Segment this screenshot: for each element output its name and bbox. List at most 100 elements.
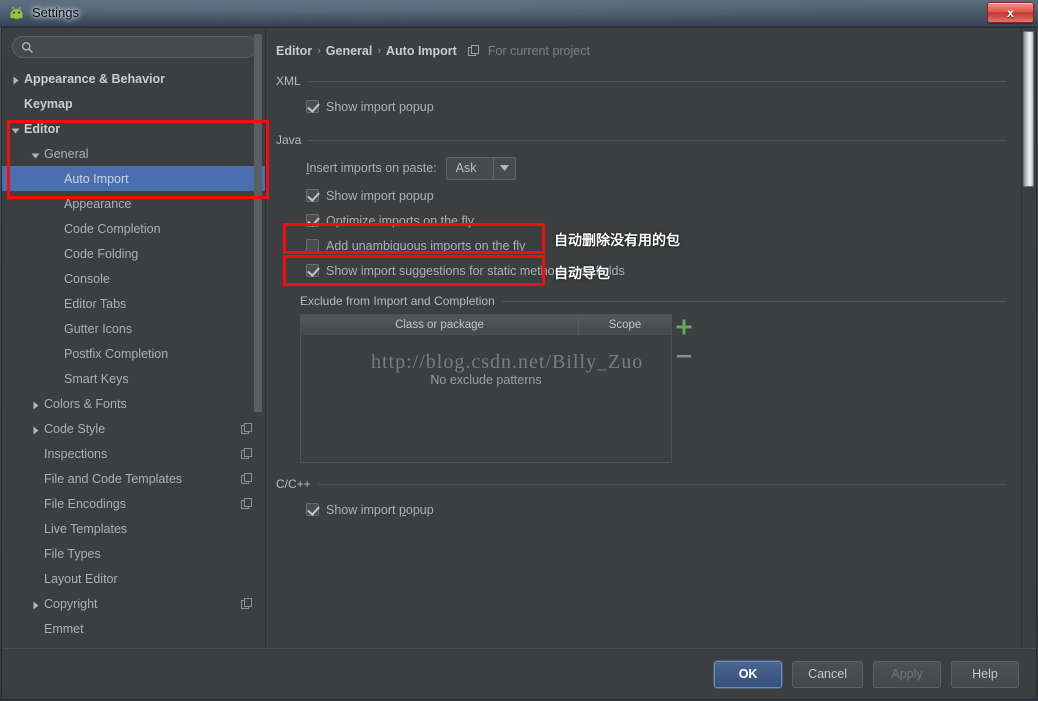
detail-scrollbar[interactable] xyxy=(1021,28,1036,648)
insert-imports-on-paste-rest: nsert imports on paste: xyxy=(309,161,437,175)
section-xml-label: XML xyxy=(276,74,301,88)
chevron-down-icon[interactable] xyxy=(492,157,515,179)
plus-icon[interactable] xyxy=(675,318,693,336)
sidebar-item-inspections[interactable]: Inspections xyxy=(2,441,265,466)
xml-show-import-popup-label: Show import popup xyxy=(326,99,434,114)
xml-show-import-popup-checkbox[interactable] xyxy=(306,100,319,113)
sidebar-item-file-types[interactable]: File Types xyxy=(2,541,265,566)
sidebar-item-file-encodings[interactable]: File Encodings xyxy=(2,491,265,516)
close-button[interactable]: x xyxy=(987,2,1034,23)
sidebar-item-label: Inspections xyxy=(44,446,108,461)
section-cpp: C/C++ Show import popup xyxy=(274,477,1006,522)
module-icon xyxy=(241,597,253,609)
detail-scrollbar-thumb[interactable] xyxy=(1023,31,1034,187)
section-exclude-title: Exclude from Import and Completion xyxy=(300,294,1006,308)
sidebar-item-general[interactable]: General xyxy=(2,141,265,166)
sidebar-item-label: Code Style xyxy=(44,421,106,436)
java-show-import-popup-row[interactable]: Show import popup xyxy=(274,183,1006,208)
annotation-add-unambiguous-imports: 自动导包 xyxy=(554,266,610,282)
insert-imports-on-paste-value: Ask xyxy=(455,161,477,175)
breadcrumb-item-editor[interactable]: Editor xyxy=(276,44,312,58)
sidebar-item-keymap[interactable]: Keymap xyxy=(2,91,265,116)
sidebar-item-gutter-icons[interactable]: Gutter Icons xyxy=(2,316,265,341)
java-show-import-popup-label: Show import popup xyxy=(326,188,434,203)
insert-imports-on-paste-label: Insert imports on paste: xyxy=(306,161,437,175)
show-import-suggestions-row[interactable]: Show import suggestions for static metho… xyxy=(274,258,1006,283)
exclude-table[interactable]: Class or package Scope No exclude patter… xyxy=(300,314,672,463)
insert-imports-on-paste-select[interactable]: Ask xyxy=(445,156,516,180)
divider xyxy=(308,139,1006,141)
module-icon xyxy=(467,45,480,57)
cpp-label-post: opup xyxy=(405,502,434,517)
optimize-imports-on-the-fly-checkbox[interactable] xyxy=(306,214,319,227)
insert-imports-on-paste-row: Insert imports on paste: Ask xyxy=(274,153,1006,183)
module-icon xyxy=(241,422,253,434)
minus-icon[interactable] xyxy=(675,347,693,365)
settings-dialog: Appearance & Behavior Keymap Editor General… xyxy=(1,27,1037,700)
sidebar-item-console[interactable]: Console xyxy=(2,266,265,291)
add-unambiguous-imports-on-the-fly-label: Add unambiguous imports on the fly xyxy=(326,238,526,253)
section-cpp-title: C/C++ xyxy=(276,477,1006,491)
java-show-import-popup-checkbox[interactable] xyxy=(306,189,319,202)
cpp-show-import-popup-checkbox[interactable] xyxy=(306,503,319,516)
settings-tree[interactable]: Appearance & Behavior Keymap Editor General… xyxy=(2,64,265,648)
search-input[interactable] xyxy=(34,40,248,54)
chevron-right-icon[interactable] xyxy=(30,398,41,410)
chevron-right-icon[interactable] xyxy=(10,73,21,85)
divider xyxy=(501,300,1006,302)
exclude-table-header: Class or package Scope xyxy=(301,315,671,335)
chevron-right-icon[interactable] xyxy=(30,423,41,435)
sidebar-item-label: Live Templates xyxy=(44,521,128,536)
help-button[interactable]: Help xyxy=(951,660,1019,688)
sidebar-item-postfix-completion[interactable]: Postfix Completion xyxy=(2,341,265,366)
column-header-scope[interactable]: Scope xyxy=(579,315,671,334)
sidebar-item-code-folding[interactable]: Code Folding xyxy=(2,241,265,266)
sidebar-item-editor[interactable]: Editor xyxy=(2,116,265,141)
sidebar-item-label: Keymap xyxy=(24,96,73,111)
column-header-class-or-package[interactable]: Class or package xyxy=(301,315,579,334)
sidebar-item-layout-editor[interactable]: Layout Editor xyxy=(2,566,265,591)
breadcrumb-item-general[interactable]: General xyxy=(326,44,373,58)
section-cpp-label: C/C++ xyxy=(276,477,311,491)
section-exclude-label: Exclude from Import and Completion xyxy=(300,294,495,308)
annotation-optimize-imports: 自动删除没有用的包 xyxy=(554,233,680,249)
search-icon xyxy=(21,41,34,54)
sidebar-item-file-and-code-templates[interactable]: File and Code Templates xyxy=(2,466,265,491)
sidebar-item-label: Appearance xyxy=(64,196,132,211)
sidebar-item-appearance-behavior[interactable]: Appearance & Behavior xyxy=(2,66,265,91)
sidebar-item-label: Colors & Fonts xyxy=(44,396,127,411)
sidebar-item-smart-keys[interactable]: Smart Keys xyxy=(2,366,265,391)
mnemonic-letter: p xyxy=(398,502,406,517)
chevron-down-icon[interactable] xyxy=(10,123,21,134)
sidebar-item-label: File Encodings xyxy=(44,496,126,511)
chevron-right-icon[interactable] xyxy=(30,598,41,610)
section-java-title: Java xyxy=(276,133,1006,147)
sidebar-item-code-style[interactable]: Code Style xyxy=(2,416,265,441)
sidebar-item-label: Editor xyxy=(24,121,61,136)
cpp-label-pre: Show import xyxy=(326,502,399,517)
sidebar-scrollbar-thumb[interactable] xyxy=(254,34,262,412)
sidebar-item-emmet[interactable]: Emmet xyxy=(2,616,265,641)
settings-sidebar: Appearance & Behavior Keymap Editor General… xyxy=(2,28,266,648)
search-box[interactable] xyxy=(12,36,257,58)
sidebar-item-editor-tabs[interactable]: Editor Tabs xyxy=(2,291,265,316)
apply-button: Apply xyxy=(873,660,941,688)
sidebar-item-label: Smart Keys xyxy=(64,371,129,386)
show-import-suggestions-checkbox[interactable] xyxy=(306,264,319,277)
cpp-show-import-popup-row[interactable]: Show import popup xyxy=(274,497,1006,522)
xml-show-import-popup-row[interactable]: Show import popup xyxy=(274,94,1006,119)
ok-button[interactable]: OK xyxy=(714,660,783,688)
sidebar-item-code-completion[interactable]: Code Completion xyxy=(2,216,265,241)
sidebar-item-live-templates[interactable]: Live Templates xyxy=(2,516,265,541)
sidebar-item-auto-import[interactable]: Auto Import xyxy=(2,166,265,191)
exclude-table-empty-text: No exclude patterns xyxy=(430,373,542,387)
cancel-button[interactable]: Cancel xyxy=(792,660,863,688)
sidebar-item-appearance[interactable]: Appearance xyxy=(2,191,265,216)
sidebar-item-label: Auto Import xyxy=(64,171,129,186)
chevron-down-icon[interactable] xyxy=(30,148,41,159)
sidebar-item-copyright[interactable]: Copyright xyxy=(2,591,265,616)
dialog-content: Appearance & Behavior Keymap Editor General… xyxy=(2,28,1036,648)
sidebar-item-colors-fonts[interactable]: Colors & Fonts xyxy=(2,391,265,416)
sidebar-item-label: General xyxy=(44,146,89,161)
add-unambiguous-imports-on-the-fly-checkbox[interactable] xyxy=(306,239,319,252)
